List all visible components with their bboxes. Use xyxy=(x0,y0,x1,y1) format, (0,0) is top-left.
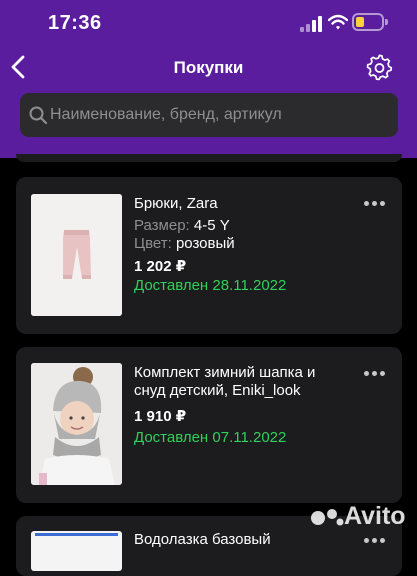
product-size: Размер: 4-5 Y xyxy=(134,217,230,234)
pants-image-icon xyxy=(31,194,122,316)
more-options-icon[interactable] xyxy=(364,371,386,377)
product-image-pants[interactable] xyxy=(31,194,122,316)
product-price: 1 910 ₽ xyxy=(134,408,187,425)
product-name[interactable]: Комплект зимний шапка и снуд детский, En… xyxy=(134,364,344,400)
header: 17:36 Покупки Наименование, бренд, артик… xyxy=(0,0,417,158)
color-label: Цвет: xyxy=(134,235,172,252)
product-image-hat[interactable] xyxy=(31,363,122,485)
product-price: 1 202 ₽ xyxy=(134,258,187,275)
search-icon xyxy=(29,106,48,125)
cellular-signal-icon xyxy=(300,16,322,32)
delivery-status: Доставлен 07.11.2022 xyxy=(134,429,287,446)
product-name[interactable]: Брюки, Zara xyxy=(134,195,344,213)
battery-icon xyxy=(352,13,388,31)
delivery-status: Доставлен 28.11.2022 xyxy=(134,277,287,294)
search-placeholder: Наименование, бренд, артикул xyxy=(50,106,282,123)
status-bar: 17:36 xyxy=(0,0,417,48)
gear-icon[interactable] xyxy=(366,54,394,82)
search-input[interactable]: Наименование, бренд, артикул xyxy=(20,93,398,137)
wifi-icon xyxy=(328,14,348,30)
page-title: Покупки xyxy=(173,58,244,77)
product-name-line-1: Комплект зимний шапка и xyxy=(134,364,316,381)
size-value: 4-5 Y xyxy=(193,217,230,234)
product-color: Цвет: розовый xyxy=(134,235,235,252)
previous-order-card-edge xyxy=(16,154,402,162)
order-card[interactable]: Комплект зимний шапка и снуд детский, En… xyxy=(16,347,402,503)
status-time: 17:36 xyxy=(48,12,102,34)
more-options-icon[interactable] xyxy=(364,538,386,544)
product-name-line-2: снуд детский, Eniki_look xyxy=(134,382,301,399)
product-image-turtleneck[interactable] xyxy=(31,531,122,571)
size-label: Размер: xyxy=(134,217,190,234)
avito-logo-icon xyxy=(311,509,344,526)
avito-watermark: Avito xyxy=(344,502,406,530)
color-value: розовый xyxy=(175,235,235,252)
more-options-icon[interactable] xyxy=(364,201,386,207)
child-hat-image-icon xyxy=(31,363,122,485)
order-card[interactable]: Брюки, Zara Размер: 4-5 Y Цвет: розовый … xyxy=(16,177,402,334)
product-name[interactable]: Водолазка базовый xyxy=(134,531,344,549)
